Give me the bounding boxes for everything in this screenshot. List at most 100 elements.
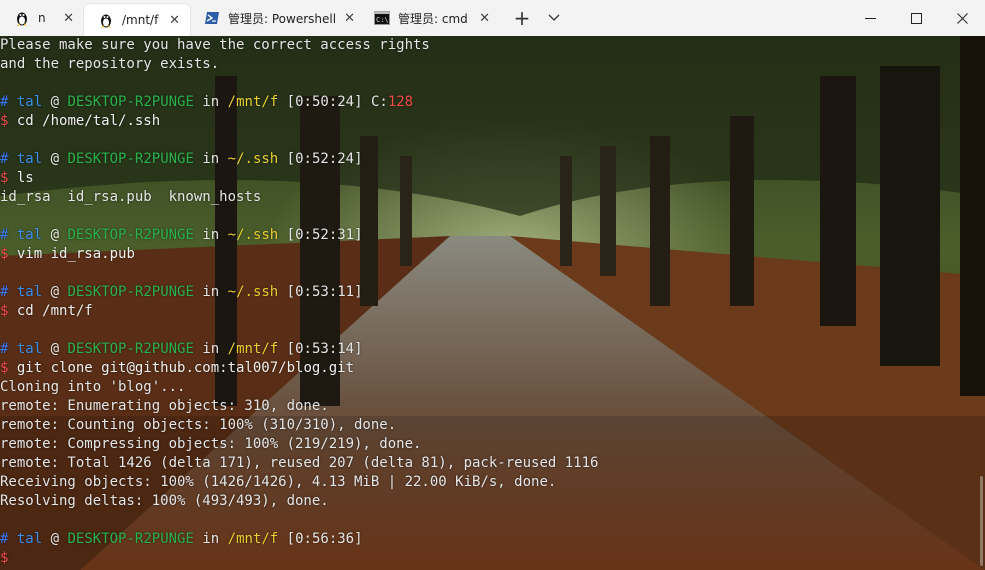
new-tab-button[interactable]: + <box>506 0 538 36</box>
prompt-line: # tal @ DESKTOP-R2PUNGE in ~/.ssh [0:53:… <box>0 283 985 302</box>
minimize-button[interactable] <box>847 0 893 36</box>
prompt-path: ~/.ssh <box>227 151 279 167</box>
prompt-dollar: $ <box>0 360 9 376</box>
tab-mnt-f[interactable]: /mnt/f ✕ <box>84 4 190 36</box>
linux-penguin-icon <box>98 12 114 28</box>
output-line: Resolving deltas: 100% (493/493), done. <box>0 493 329 509</box>
command-text: cd /mnt/f <box>16 303 93 319</box>
prompt-in: in <box>202 151 220 167</box>
prompt-user: tal <box>16 151 43 167</box>
tab-bar: n ✕ /mnt/f ✕ 管理员: Powershell ✕ C:\ 管理员: … <box>0 0 985 36</box>
command-line: $ vim id_rsa.pub <box>0 245 985 264</box>
prompt-line: # tal @ DESKTOP-R2PUNGE in /mnt/f [0:50:… <box>0 93 985 112</box>
prompt-path: /mnt/f <box>227 341 279 357</box>
maximize-button[interactable] <box>893 0 939 36</box>
command-line: $ cd /home/tal/.ssh <box>0 112 985 131</box>
prompt-hash: # <box>0 94 9 110</box>
cmd-icon: C:\ <box>374 10 390 26</box>
prompt-in: in <box>202 227 220 243</box>
scrollbar[interactable] <box>980 476 983 566</box>
prompt-hash: # <box>0 227 9 243</box>
prompt-path: ~/.ssh <box>227 227 279 243</box>
prompt-user: tal <box>16 531 43 547</box>
tab-title: n <box>38 11 46 25</box>
prompt-time: [0:52:31] <box>286 227 363 243</box>
prompt-in: in <box>202 531 220 547</box>
prompt-line: # tal @ DESKTOP-R2PUNGE in ~/.ssh [0:52:… <box>0 226 985 245</box>
terminal-window: n ✕ /mnt/f ✕ 管理员: Powershell ✕ C:\ 管理员: … <box>0 0 985 570</box>
command-text: cd /home/tal/.ssh <box>16 113 161 129</box>
prompt-host: DESKTOP-R2PUNGE <box>67 284 194 300</box>
prompt-host: DESKTOP-R2PUNGE <box>67 531 194 547</box>
output-line: remote: Compressing objects: 100% (219/2… <box>0 436 422 452</box>
output-line: remote: Counting objects: 100% (310/310)… <box>0 417 397 433</box>
tab-close-button[interactable]: ✕ <box>336 11 355 26</box>
prompt-host: DESKTOP-R2PUNGE <box>67 227 194 243</box>
tab-close-button[interactable]: ✕ <box>471 11 490 26</box>
output-line: remote: Total 1426 (delta 171), reused 2… <box>0 455 599 471</box>
prompt-hash: # <box>0 151 9 167</box>
prompt-time: [0:53:11] <box>286 284 363 300</box>
prompt-at: @ <box>50 227 60 243</box>
prompt-dollar: $ <box>0 550 9 566</box>
command-line: $ ls <box>0 169 985 188</box>
output-line: remote: Enumerating objects: 310, done. <box>0 398 329 414</box>
prompt-path: ~/.ssh <box>227 284 279 300</box>
prompt-dollar: $ <box>0 246 9 262</box>
output-line: Please make sure you have the correct ac… <box>0 37 430 53</box>
output-line: Cloning into 'blog'... <box>0 379 186 395</box>
prompt-user: tal <box>16 284 43 300</box>
prompt-line: # tal @ DESKTOP-R2PUNGE in ~/.ssh [0:52:… <box>0 150 985 169</box>
prompt-at: @ <box>50 94 60 110</box>
exit-code: 128 <box>387 94 414 110</box>
command-text: vim id_rsa.pub <box>16 246 135 262</box>
prompt-hash: # <box>0 531 9 547</box>
command-text: git clone git@github.com:tal007/blog.git <box>16 360 355 376</box>
prompt-hash: # <box>0 284 9 300</box>
prompt-user: tal <box>16 341 43 357</box>
prompt-time: [0:56:36] <box>286 531 363 547</box>
prompt-time: [0:52:24] <box>286 151 363 167</box>
prompt-time: [0:53:14] <box>286 341 363 357</box>
command-text: ls <box>16 170 34 186</box>
exit-code-label: C: <box>370 94 388 110</box>
tab-n[interactable]: n ✕ <box>0 0 84 36</box>
tab-powershell[interactable]: 管理员: Powershell ✕ <box>190 0 360 36</box>
prompt-line: # tal @ DESKTOP-R2PUNGE in /mnt/f [0:56:… <box>0 530 985 549</box>
close-button[interactable] <box>939 0 985 36</box>
terminal-output[interactable]: Please make sure you have the correct ac… <box>0 36 985 568</box>
prompt-time: [0:50:24] <box>286 94 363 110</box>
linux-penguin-icon <box>14 10 30 26</box>
command-line[interactable]: $ <box>0 549 985 568</box>
prompt-at: @ <box>50 284 60 300</box>
prompt-at: @ <box>50 341 60 357</box>
title-drag-region[interactable] <box>570 0 847 36</box>
prompt-dollar: $ <box>0 113 9 129</box>
output-line: and the repository exists. <box>0 56 220 72</box>
prompt-host: DESKTOP-R2PUNGE <box>67 341 194 357</box>
chevron-down-icon[interactable] <box>538 0 570 36</box>
terminal-pane[interactable]: Please make sure you have the correct ac… <box>0 36 985 570</box>
powershell-icon <box>204 10 220 26</box>
prompt-user: tal <box>16 94 43 110</box>
tab-title: 管理员: cmd <box>398 11 468 26</box>
tab-title: /mnt/f <box>122 13 159 27</box>
tab-title: 管理员: Powershell <box>228 11 337 26</box>
prompt-host: DESKTOP-R2PUNGE <box>67 94 194 110</box>
prompt-path: /mnt/f <box>227 531 279 547</box>
tab-close-button[interactable]: ✕ <box>55 11 74 26</box>
tab-close-button[interactable]: ✕ <box>161 13 180 28</box>
prompt-in: in <box>202 341 220 357</box>
prompt-dollar: $ <box>0 303 9 319</box>
prompt-in: in <box>202 94 220 110</box>
prompt-at: @ <box>50 151 60 167</box>
prompt-line: # tal @ DESKTOP-R2PUNGE in /mnt/f [0:53:… <box>0 340 985 359</box>
command-line: $ git clone git@github.com:tal007/blog.g… <box>0 359 985 378</box>
tab-cmd[interactable]: C:\ 管理员: cmd ✕ <box>360 0 500 36</box>
